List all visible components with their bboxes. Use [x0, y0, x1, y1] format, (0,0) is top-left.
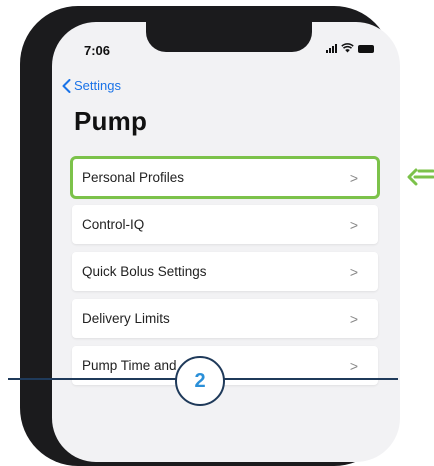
status-icons	[326, 43, 374, 53]
menu-item-label: Pump Time and	[82, 358, 177, 373]
menu-item-label: Quick Bolus Settings	[82, 264, 207, 279]
arrow-left-icon	[407, 168, 434, 186]
wifi-icon	[341, 43, 354, 53]
chevron-right-icon: >	[349, 357, 358, 374]
settings-list: Personal Profiles > Control-IQ > Quick B…	[70, 156, 380, 393]
back-label: Settings	[74, 78, 121, 93]
menu-item-delivery-limits[interactable]: Delivery Limits >	[72, 299, 378, 338]
back-button[interactable]: Settings	[62, 78, 121, 93]
menu-item-personal-profiles[interactable]: Personal Profiles >	[70, 156, 380, 199]
status-time: 7:06	[84, 43, 111, 58]
step-number-badge: 2	[175, 356, 225, 406]
battery-icon	[358, 45, 374, 53]
notch	[146, 22, 312, 52]
menu-item-control-iq[interactable]: Control-IQ >	[72, 205, 378, 244]
signal-icon	[326, 43, 337, 53]
menu-item-label: Delivery Limits	[82, 311, 170, 326]
menu-item-label: Personal Profiles	[82, 170, 185, 185]
chevron-right-icon: >	[349, 263, 358, 280]
phone-screen: 7:06 Settings Pump Personal Profiles > C…	[52, 22, 400, 462]
chevron-right-icon: >	[349, 310, 358, 327]
chevron-right-icon: >	[349, 169, 358, 186]
chevron-right-icon: >	[349, 216, 358, 233]
menu-item-label: Control-IQ	[82, 217, 145, 232]
menu-item-quick-bolus-settings[interactable]: Quick Bolus Settings >	[72, 252, 378, 291]
chevron-left-icon	[62, 78, 71, 93]
page-title: Pump	[74, 106, 148, 136]
